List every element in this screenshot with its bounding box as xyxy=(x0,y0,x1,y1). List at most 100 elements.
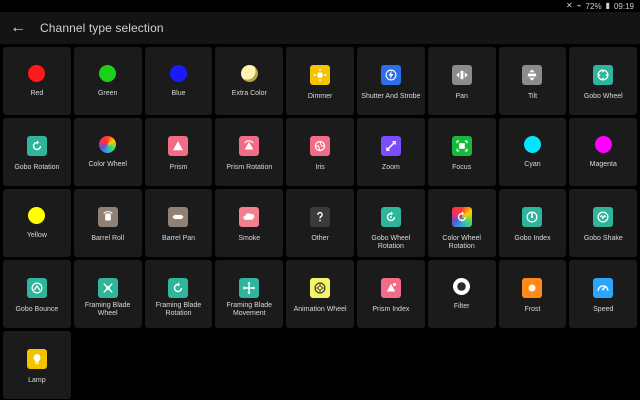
tile-label: Framing Blade Rotation xyxy=(155,302,202,317)
prism-index-icon xyxy=(380,278,401,298)
framing-blade-movement-icon xyxy=(239,278,260,298)
barrel-pan-icon xyxy=(168,207,189,227)
tile-red[interactable]: Red xyxy=(3,47,71,115)
tile-label: Speed xyxy=(593,306,614,313)
tile-prism-index[interactable]: Prism Index xyxy=(356,260,425,328)
frost-icon xyxy=(522,278,543,298)
tile-label: Animation Wheel xyxy=(293,306,347,313)
tile-label: Gobo Wheel xyxy=(583,93,623,100)
tile-label: Extra Color xyxy=(231,90,267,97)
tile-label: Color Wheel Rotation xyxy=(442,235,481,250)
tile-gobo-index[interactable]: Gobo Index xyxy=(498,189,567,257)
tile-color-wheel-rotation[interactable]: Color Wheel Rotation xyxy=(427,189,496,257)
tile-label: Gobo Index xyxy=(514,235,551,242)
tile-framing-blade-rotation[interactable]: Framing Blade Rotation xyxy=(144,260,213,328)
gobo-bounce-icon xyxy=(26,278,47,298)
tile-barrel-pan[interactable]: Barrel Pan xyxy=(144,189,213,257)
tile-gobo-shake[interactable]: Gobo Shake xyxy=(569,189,638,257)
tile-lamp[interactable]: Lamp xyxy=(3,331,71,399)
mute-icon: ✕ xyxy=(566,1,573,10)
tile-label: Prism Rotation xyxy=(226,164,273,171)
gobo-wheel-icon xyxy=(593,65,614,85)
tile-label: Focus xyxy=(452,164,472,171)
tile-extra-color[interactable]: Extra Color xyxy=(215,47,284,115)
tile-label: Dimmer xyxy=(307,93,333,100)
gobo-index-icon xyxy=(522,207,543,227)
tile-dimmer[interactable]: Dimmer xyxy=(286,47,354,115)
tile-label: Barrel Roll xyxy=(91,235,125,242)
green-dot-icon xyxy=(99,65,117,82)
tile-label: Lamp xyxy=(28,377,46,384)
tile-label: Gobo Shake xyxy=(583,235,623,242)
tile-prism[interactable]: Prism xyxy=(144,118,213,186)
color-wheel-icon xyxy=(99,136,117,153)
wifi-icon: ⌁ xyxy=(576,1,582,10)
yellow-dot-icon xyxy=(28,207,46,224)
focus-icon xyxy=(451,136,472,156)
tile-shutter-strobe[interactable]: Shutter And Strobe xyxy=(356,47,425,115)
tile-label: Prism Index xyxy=(372,306,410,313)
tile-barrel-roll[interactable]: Barrel Roll xyxy=(73,189,142,257)
tile-label: Other xyxy=(311,235,329,242)
framing-blade-wheel-icon xyxy=(97,278,118,298)
gobo-rotation-icon xyxy=(26,136,47,156)
smoke-cloud-icon xyxy=(239,207,260,227)
tile-label: Shutter And Strobe xyxy=(361,93,421,100)
tile-label: Gobo Bounce xyxy=(15,306,59,313)
tile-magenta[interactable]: Magenta xyxy=(569,118,638,186)
magenta-dot-icon xyxy=(594,136,612,153)
tile-tilt[interactable]: Tilt xyxy=(498,47,567,115)
barrel-roll-icon xyxy=(97,207,118,227)
app-bar: ← Channel type selection xyxy=(0,12,640,44)
tile-color-wheel[interactable]: Color Wheel xyxy=(73,118,142,186)
framing-blade-rotation-icon xyxy=(168,278,189,298)
tilt-arrows-icon xyxy=(522,65,543,85)
tile-framing-blade-wheel[interactable]: Framing Blade Wheel xyxy=(73,260,142,328)
tile-cyan[interactable]: Cyan xyxy=(498,118,567,186)
tile-other[interactable]: Other xyxy=(286,189,354,257)
tile-label: Gobo Wheel Rotation xyxy=(371,235,411,250)
battery-icon: ▮ xyxy=(605,1,610,10)
status-bar: ✕ ⌁ 72% ▮ 09:19 xyxy=(0,0,640,12)
tile-pan[interactable]: Pan xyxy=(427,47,496,115)
tile-blue[interactable]: Blue xyxy=(144,47,213,115)
tile-green[interactable]: Green xyxy=(73,47,142,115)
tile-frost[interactable]: Frost xyxy=(498,260,567,328)
tile-smoke[interactable]: Smoke xyxy=(215,189,284,257)
tile-label: Gobo Rotation xyxy=(14,164,60,171)
tile-iris[interactable]: Iris xyxy=(286,118,354,186)
tile-speed[interactable]: Speed xyxy=(569,260,638,328)
tile-gobo-rotation[interactable]: Gobo Rotation xyxy=(3,118,71,186)
tile-label: Color Wheel xyxy=(88,161,127,168)
tile-gobo-bounce[interactable]: Gobo Bounce xyxy=(3,260,71,328)
zoom-icon xyxy=(380,136,401,156)
tile-animation-wheel[interactable]: Animation Wheel xyxy=(286,260,354,328)
pan-arrows-icon xyxy=(451,65,472,85)
tile-label: Framing Blade Movement xyxy=(226,302,273,317)
speed-gauge-icon xyxy=(593,278,614,298)
tile-gobo-wheel[interactable]: Gobo Wheel xyxy=(569,47,638,115)
dimmer-sun-icon xyxy=(310,65,331,85)
gobo-wheel-rotation-icon xyxy=(380,207,401,227)
battery-text: 72% xyxy=(585,1,602,11)
tile-focus[interactable]: Focus xyxy=(427,118,496,186)
tile-label: Framing Blade Wheel xyxy=(84,302,131,317)
clock: 09:19 xyxy=(613,1,634,11)
tile-prism-rotation[interactable]: Prism Rotation xyxy=(215,118,284,186)
tile-framing-blade-movement[interactable]: Framing Blade Movement xyxy=(215,260,284,328)
tile-filter[interactable]: Filter xyxy=(427,260,496,328)
channel-type-grid: Red Green Blue Extra Color Dimmer Shutte… xyxy=(3,47,638,399)
tile-gobo-wheel-rotation[interactable]: Gobo Wheel Rotation xyxy=(356,189,425,257)
tile-label: Iris xyxy=(315,164,325,171)
back-arrow-icon[interactable]: ← xyxy=(6,16,30,40)
prism-icon xyxy=(168,136,189,156)
cyan-dot-icon xyxy=(523,136,541,153)
strobe-bolt-icon xyxy=(380,65,401,85)
tile-zoom[interactable]: Zoom xyxy=(356,118,425,186)
prism-rotation-icon xyxy=(239,136,260,156)
red-dot-icon xyxy=(28,65,46,82)
page-title: Channel type selection xyxy=(40,21,164,35)
lamp-bulb-icon xyxy=(26,349,47,369)
tile-label: Barrel Pan xyxy=(161,235,196,242)
tile-yellow[interactable]: Yellow xyxy=(3,189,71,257)
